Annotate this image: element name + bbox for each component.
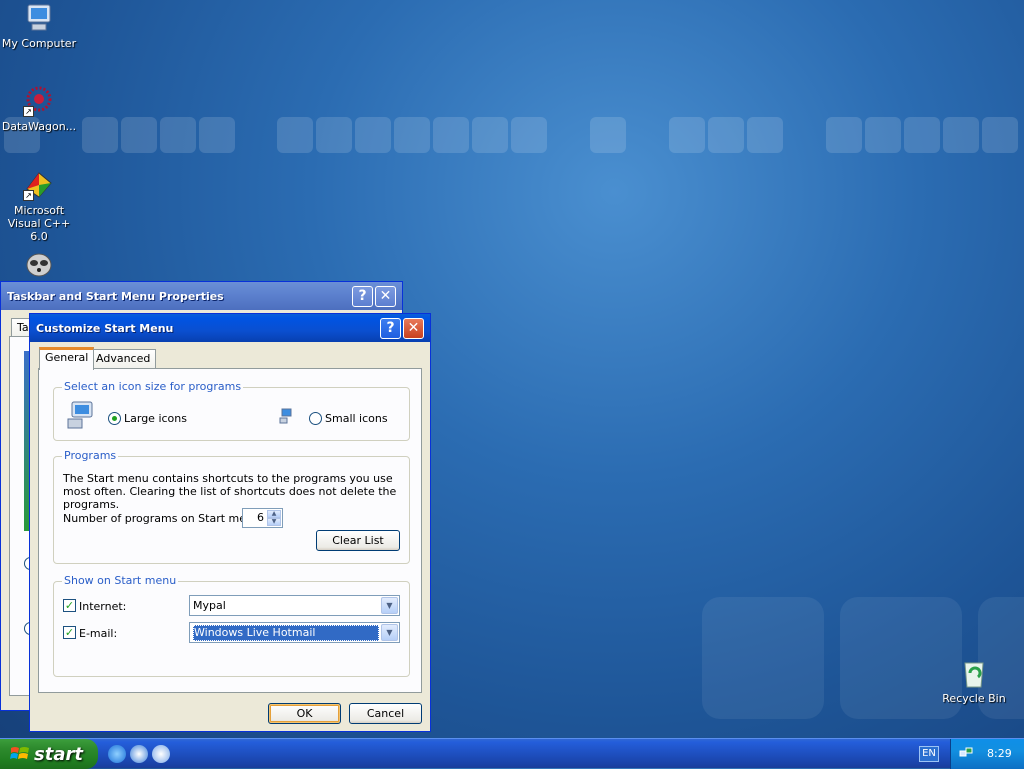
visual-cpp-icon: ↗ bbox=[23, 169, 55, 201]
taskbar: start EN 8:29 bbox=[0, 738, 1024, 769]
internet-label: Internet: bbox=[79, 600, 127, 613]
customize-start-menu-window[interactable]: Customize Start Menu ? ✕ General Advance… bbox=[29, 313, 431, 732]
clock[interactable]: 8:29 bbox=[987, 747, 1012, 760]
programs-group: Programs The Start menu contains shortcu… bbox=[53, 449, 410, 564]
start-label: start bbox=[34, 743, 83, 765]
close-button[interactable]: ✕ bbox=[375, 285, 396, 307]
icon-size-group: Select an icon size for programs Large i… bbox=[53, 380, 410, 441]
desktop-icon-label: Microsoft Visual C++ 6.0 bbox=[7, 204, 71, 243]
email-dropdown[interactable]: Windows Live Hotmail ▼ bbox=[189, 622, 400, 643]
email-selected-value: Windows Live Hotmail bbox=[193, 625, 379, 641]
internet-explorer-icon[interactable] bbox=[108, 745, 126, 763]
customize-titlebar[interactable]: Customize Start Menu ? ✕ bbox=[30, 314, 430, 342]
cancel-button[interactable]: Cancel bbox=[349, 703, 422, 724]
desktop-icon-datawagon[interactable]: ↗ DataWagon... bbox=[0, 85, 79, 133]
email-label: E-mail: bbox=[79, 627, 118, 640]
large-icons-radio[interactable] bbox=[108, 412, 121, 425]
recycle-bin-icon bbox=[958, 657, 990, 689]
stepper-down-arrow-icon[interactable]: ▼ bbox=[267, 518, 281, 526]
internet-selected-value: Mypal bbox=[193, 599, 226, 612]
number-of-programs-label: Number of programs on Start menu: bbox=[63, 512, 264, 525]
clear-list-button[interactable]: Clear List bbox=[316, 530, 400, 551]
desktop-icon-raccoon[interactable] bbox=[0, 247, 79, 282]
small-computer-icon bbox=[279, 408, 293, 427]
shortcut-arrow-icon: ↗ bbox=[23, 190, 34, 201]
desktop-icon-label: Recycle Bin bbox=[942, 692, 1006, 705]
programs-legend: Programs bbox=[62, 449, 119, 462]
network-tray-icon[interactable] bbox=[959, 746, 973, 760]
windows-logo-icon bbox=[10, 745, 30, 763]
help-button[interactable]: ? bbox=[352, 285, 373, 307]
show-on-start-menu-legend: Show on Start menu bbox=[62, 574, 179, 587]
datawagon-icon: ↗ bbox=[23, 85, 55, 117]
show-on-start-menu-group: Show on Start menu ✓ Internet: Mypal ▼ ✓… bbox=[53, 574, 410, 677]
computer-icon bbox=[23, 2, 55, 34]
shortcut-arrow-icon: ↗ bbox=[23, 106, 34, 117]
tab-advanced[interactable]: Advanced bbox=[90, 349, 157, 369]
help-button[interactable]: ? bbox=[380, 317, 401, 339]
internet-checkbox[interactable]: ✓ bbox=[63, 599, 76, 612]
raccoon-icon bbox=[23, 247, 55, 279]
desktop-icon-recycle-bin[interactable]: Recycle Bin bbox=[934, 657, 1014, 705]
desktop-icon-label: DataWagon... bbox=[1, 120, 77, 133]
number-of-programs-value: 6 bbox=[257, 511, 264, 524]
start-button[interactable]: start bbox=[0, 739, 98, 769]
stepper-up-arrow-icon[interactable]: ▲ bbox=[267, 510, 281, 518]
large-icons-label: Large icons bbox=[124, 412, 187, 425]
taskbar-properties-titlebar[interactable]: Taskbar and Start Menu Properties ? ✕ bbox=[1, 282, 402, 310]
close-button[interactable]: ✕ bbox=[403, 317, 424, 339]
ok-button[interactable]: OK bbox=[268, 703, 341, 724]
icon-size-legend: Select an icon size for programs bbox=[62, 380, 244, 393]
system-tray: 8:29 bbox=[950, 739, 1024, 769]
internet-dropdown[interactable]: Mypal ▼ bbox=[189, 595, 400, 616]
language-label: EN bbox=[922, 748, 936, 759]
media-player-icon[interactable] bbox=[152, 745, 170, 763]
general-panel: Select an icon size for programs Large i… bbox=[38, 368, 422, 693]
window-title: Customize Start Menu bbox=[36, 321, 174, 335]
number-of-programs-stepper[interactable]: 6 ▲ ▼ bbox=[242, 508, 283, 528]
desktop-icon-visual-cpp[interactable]: ↗ Microsoft Visual C++ 6.0 bbox=[0, 169, 79, 243]
small-icons-label: Small icons bbox=[325, 412, 388, 425]
tab-general[interactable]: General bbox=[39, 347, 95, 370]
language-indicator[interactable]: EN bbox=[919, 746, 939, 762]
desktop-icon-my-computer[interactable]: My Computer bbox=[0, 2, 79, 50]
email-checkbox[interactable]: ✓ bbox=[63, 626, 76, 639]
chevron-down-icon[interactable]: ▼ bbox=[381, 597, 398, 614]
programs-description: The Start menu contains shortcuts to the… bbox=[63, 472, 397, 511]
browser-quicklaunch-icon[interactable] bbox=[130, 745, 148, 763]
large-computer-icon bbox=[66, 400, 98, 433]
desktop-icon-label: My Computer bbox=[1, 37, 77, 50]
chevron-down-icon[interactable]: ▼ bbox=[381, 624, 398, 641]
small-icons-radio[interactable] bbox=[309, 412, 322, 425]
window-title: Taskbar and Start Menu Properties bbox=[7, 289, 224, 303]
